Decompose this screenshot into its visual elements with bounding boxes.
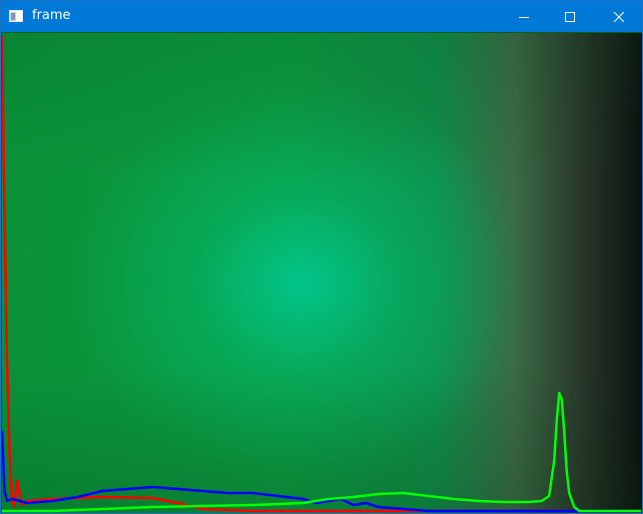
- histogram-overlay: [2, 35, 641, 513]
- opencv-window: frame: [0, 0, 643, 514]
- close-icon: [613, 11, 625, 22]
- window-icon: [9, 10, 23, 22]
- minimize-icon: [519, 16, 529, 18]
- maximize-icon: [565, 11, 575, 22]
- video-frame: [2, 33, 642, 513]
- title-bar[interactable]: frame: [1, 1, 642, 32]
- window-title: frame: [32, 8, 71, 23]
- close-button[interactable]: [596, 1, 642, 32]
- maximize-button[interactable]: [547, 1, 593, 32]
- minimize-button[interactable]: [501, 1, 547, 32]
- histogram-line-red: [2, 35, 641, 513]
